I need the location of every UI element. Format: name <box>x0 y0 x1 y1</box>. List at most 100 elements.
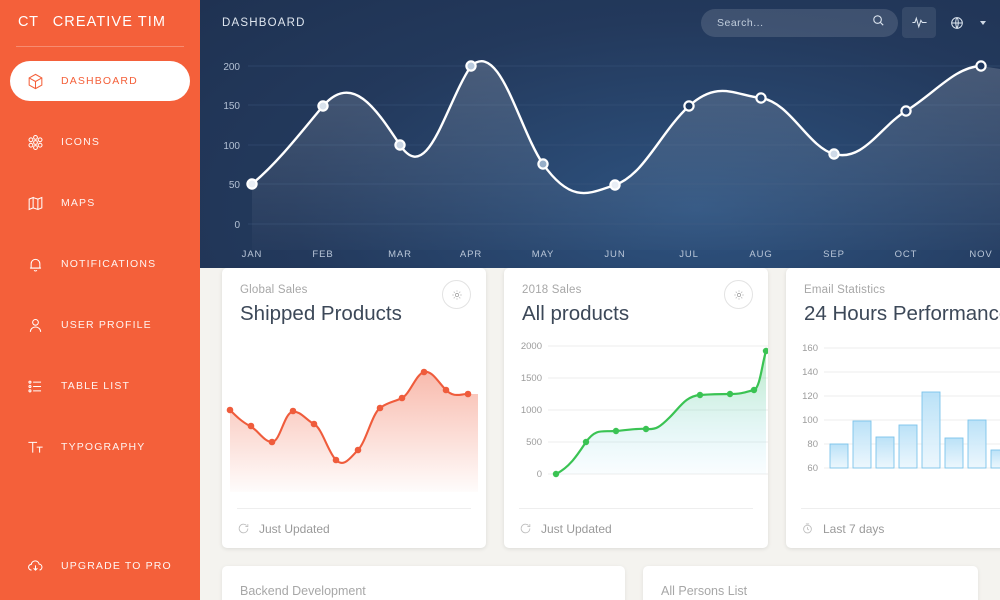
sidebar-item-dashboard[interactable]: DASHBOARD <box>10 61 190 101</box>
sidebar-item-label: MAPS <box>61 197 95 209</box>
svg-text:100: 100 <box>802 415 818 426</box>
atom-icon <box>26 133 45 152</box>
svg-text:1000: 1000 <box>521 405 542 416</box>
performance-bars <box>830 392 1000 468</box>
svg-text:140: 140 <box>802 367 818 378</box>
card-footer: Just Updated <box>237 508 471 548</box>
user-icon <box>26 316 45 335</box>
svg-text:MAY: MAY <box>532 249 555 260</box>
dashboard-box-icon <box>26 72 45 91</box>
topbar: DASHBOARD <box>200 0 1000 45</box>
nav-gap <box>10 169 190 183</box>
typography-icon <box>26 438 45 457</box>
gear-icon[interactable] <box>724 280 753 309</box>
shipped-products-chart <box>222 326 486 508</box>
performance-chart-svg: 160 140 120 100 80 60 <box>786 332 1000 502</box>
search-box[interactable] <box>701 9 898 37</box>
card-category: 2018 Sales <box>522 284 750 296</box>
svg-text:120: 120 <box>802 391 818 402</box>
all-products-chart-svg: 2000 1500 1000 500 0 <box>504 332 768 502</box>
all-products-area <box>556 351 766 474</box>
sidebar-item-user-profile[interactable]: USER PROFILE <box>10 305 190 345</box>
card-all-products: 2018 Sales All products <box>504 268 768 548</box>
svg-text:MAR: MAR <box>388 249 412 260</box>
brand-mark: CT <box>18 14 39 30</box>
card-footer-text: Last 7 days <box>823 522 884 536</box>
svg-text:NOV: NOV <box>969 249 992 260</box>
sidebar-item-label: ICONS <box>61 136 100 148</box>
main-content: DASHBOARD <box>200 0 1000 600</box>
svg-text:JAN: JAN <box>242 249 263 260</box>
card-title: 24 Hours Performance <box>804 302 1000 326</box>
svg-text:100: 100 <box>223 141 240 152</box>
hero-line-chart: 200 150 100 50 0 <box>200 45 1000 268</box>
card-24h-performance: Email Statistics 24 Hours Performance <box>786 268 1000 548</box>
sidebar-item-table-list[interactable]: TABLE LIST <box>10 366 190 406</box>
sidebar-item-upgrade-to-pro[interactable]: UPGRADE TO PRO <box>10 546 190 586</box>
hero-panel: DASHBOARD <box>200 0 1000 268</box>
card-category: Email Statistics <box>804 284 1000 296</box>
card-header: 2018 Sales All products <box>504 268 768 326</box>
shipped-area <box>230 372 478 492</box>
sidebar-nav: DASHBOARD ICONS MAPS NO <box>0 61 200 467</box>
pulse-icon[interactable] <box>902 7 936 38</box>
svg-text:50: 50 <box>229 180 241 191</box>
search-icon[interactable] <box>871 13 886 33</box>
card-backend-development: Backend Development <box>222 566 625 600</box>
cloud-download-icon <box>26 557 45 576</box>
svg-text:JUL: JUL <box>679 249 699 260</box>
search-input[interactable] <box>717 17 871 29</box>
card-category: Global Sales <box>240 284 468 296</box>
stats-cards-row: Global Sales Shipped Products <box>200 268 1000 548</box>
svg-text:0: 0 <box>234 220 240 231</box>
clock-icon <box>801 522 814 535</box>
svg-text:FEB: FEB <box>312 249 333 260</box>
sidebar-item-icons[interactable]: ICONS <box>10 122 190 162</box>
brand-name: CREATIVE TIM <box>53 14 166 30</box>
svg-text:APR: APR <box>460 249 482 260</box>
sidebar-item-label: NOTIFICATIONS <box>61 258 156 270</box>
nav-gap <box>10 108 190 122</box>
card-header: Email Statistics 24 Hours Performance <box>786 268 1000 326</box>
sidebar-item-label: TYPOGRAPHY <box>61 441 145 453</box>
map-icon <box>26 194 45 213</box>
nav-gap <box>10 413 190 427</box>
refresh-icon <box>519 522 532 535</box>
sidebar-item-label: DASHBOARD <box>61 75 138 87</box>
bottom-card-title: Backend Development <box>240 584 607 598</box>
sidebar-item-maps[interactable]: MAPS <box>10 183 190 223</box>
topbar-actions <box>701 7 986 38</box>
bottom-card-title: All Persons List <box>661 584 960 598</box>
sidebar-divider <box>16 46 184 47</box>
bell-icon <box>26 255 45 274</box>
list-icon <box>26 377 45 396</box>
gear-icon[interactable] <box>442 280 471 309</box>
svg-text:0: 0 <box>537 469 542 480</box>
dashboard-app: CT CREATIVE TIM DASHBOARD ICONS <box>0 0 1000 600</box>
sidebar-item-notifications[interactable]: NOTIFICATIONS <box>10 244 190 284</box>
sidebar-item-label: USER PROFILE <box>61 319 152 331</box>
hero-y-axis-labels: 200 150 100 50 0 <box>223 62 240 231</box>
chevron-down-icon[interactable] <box>980 21 986 25</box>
card-title: All products <box>522 302 750 326</box>
performance-y-labels: 160 140 120 100 80 60 <box>802 343 818 474</box>
refresh-icon <box>237 522 250 535</box>
globe-icon[interactable] <box>940 7 974 38</box>
svg-text:1500: 1500 <box>521 373 542 384</box>
card-footer-text: Just Updated <box>541 522 612 536</box>
sidebar-item-label: TABLE LIST <box>61 380 130 392</box>
card-title: Shipped Products <box>240 302 468 326</box>
hero-x-axis-labels: JAN FEB MAR APR MAY JUN JUL AUG SEP OCT … <box>242 249 993 260</box>
sidebar-item-typography[interactable]: TYPOGRAPHY <box>10 427 190 467</box>
svg-text:OCT: OCT <box>895 249 918 260</box>
svg-text:160: 160 <box>802 343 818 354</box>
sidebar-brand[interactable]: CT CREATIVE TIM <box>0 0 200 46</box>
card-all-persons-list: All Persons List <box>643 566 978 600</box>
all-products-chart: 2000 1500 1000 500 0 <box>504 326 768 508</box>
svg-text:2000: 2000 <box>521 341 542 352</box>
svg-text:150: 150 <box>223 101 240 112</box>
card-header: Global Sales Shipped Products <box>222 268 486 326</box>
card-footer-text: Just Updated <box>259 522 330 536</box>
svg-text:60: 60 <box>807 463 818 474</box>
svg-text:500: 500 <box>526 437 542 448</box>
